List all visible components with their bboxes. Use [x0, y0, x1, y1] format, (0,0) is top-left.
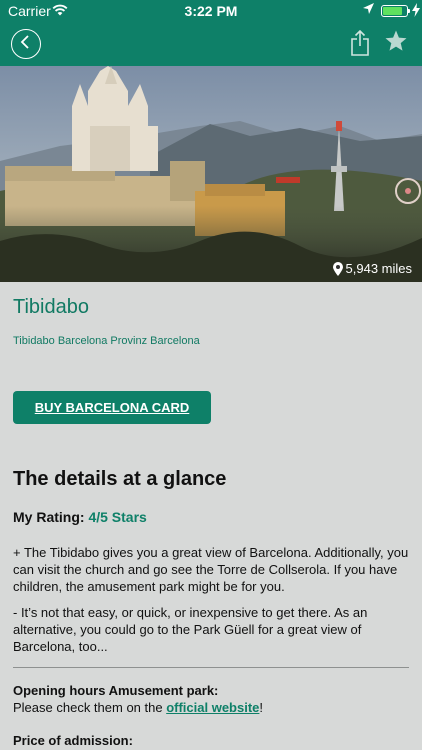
- opening-hours-text: Please check them on the official websit…: [13, 700, 263, 715]
- battery-nub: [408, 9, 410, 13]
- navigation-bar: [0, 22, 422, 66]
- status-bar: Carrier 3:22 PM: [0, 0, 422, 22]
- detail-content: Tibidabo Tibidabo Barcelona Provinz Barc…: [0, 282, 422, 750]
- cons-text: - It’s not that easy, or quick, or inexp…: [13, 605, 368, 654]
- opening-hours-title: Opening hours Amusement park:: [13, 683, 219, 698]
- my-rating: My Rating: 4/5 Stars: [13, 509, 147, 525]
- favorite-button[interactable]: [384, 29, 408, 53]
- price-title: Price of admission:: [13, 733, 133, 748]
- charging-icon: [412, 3, 420, 20]
- star-icon: [385, 30, 407, 51]
- hero-image: 5,943 miles: [0, 66, 422, 282]
- pros-text: + The Tibidabo gives you a great view of…: [13, 545, 409, 594]
- buy-barcelona-card-button[interactable]: BUY BARCELONA CARD: [13, 391, 211, 424]
- place-title: Tibidabo: [13, 296, 89, 318]
- rating-value: 4/5 Stars: [88, 509, 147, 525]
- distance-value: 5,943 miles: [345, 261, 412, 276]
- divider: [13, 667, 409, 668]
- map-pin-icon: [332, 261, 343, 276]
- location-arrow-icon: [362, 2, 375, 18]
- status-time: 3:22 PM: [184, 3, 238, 19]
- back-button[interactable]: [11, 29, 41, 59]
- share-icon: [351, 29, 369, 56]
- share-button[interactable]: [350, 29, 370, 56]
- hours-prefix: Please check them on the: [13, 700, 167, 715]
- details-heading: The details at a glance: [13, 468, 227, 490]
- place-subtitle: Tibidabo Barcelona Provinz Barcelona: [13, 335, 200, 347]
- distance-label: 5,943 miles: [332, 261, 412, 276]
- battery-level: [383, 7, 403, 15]
- battery-icon: [381, 5, 408, 17]
- official-website-link[interactable]: official website: [166, 700, 259, 715]
- back-chevron-icon: [20, 33, 30, 53]
- hours-suffix: !: [259, 700, 264, 715]
- rating-label: My Rating:: [13, 509, 89, 525]
